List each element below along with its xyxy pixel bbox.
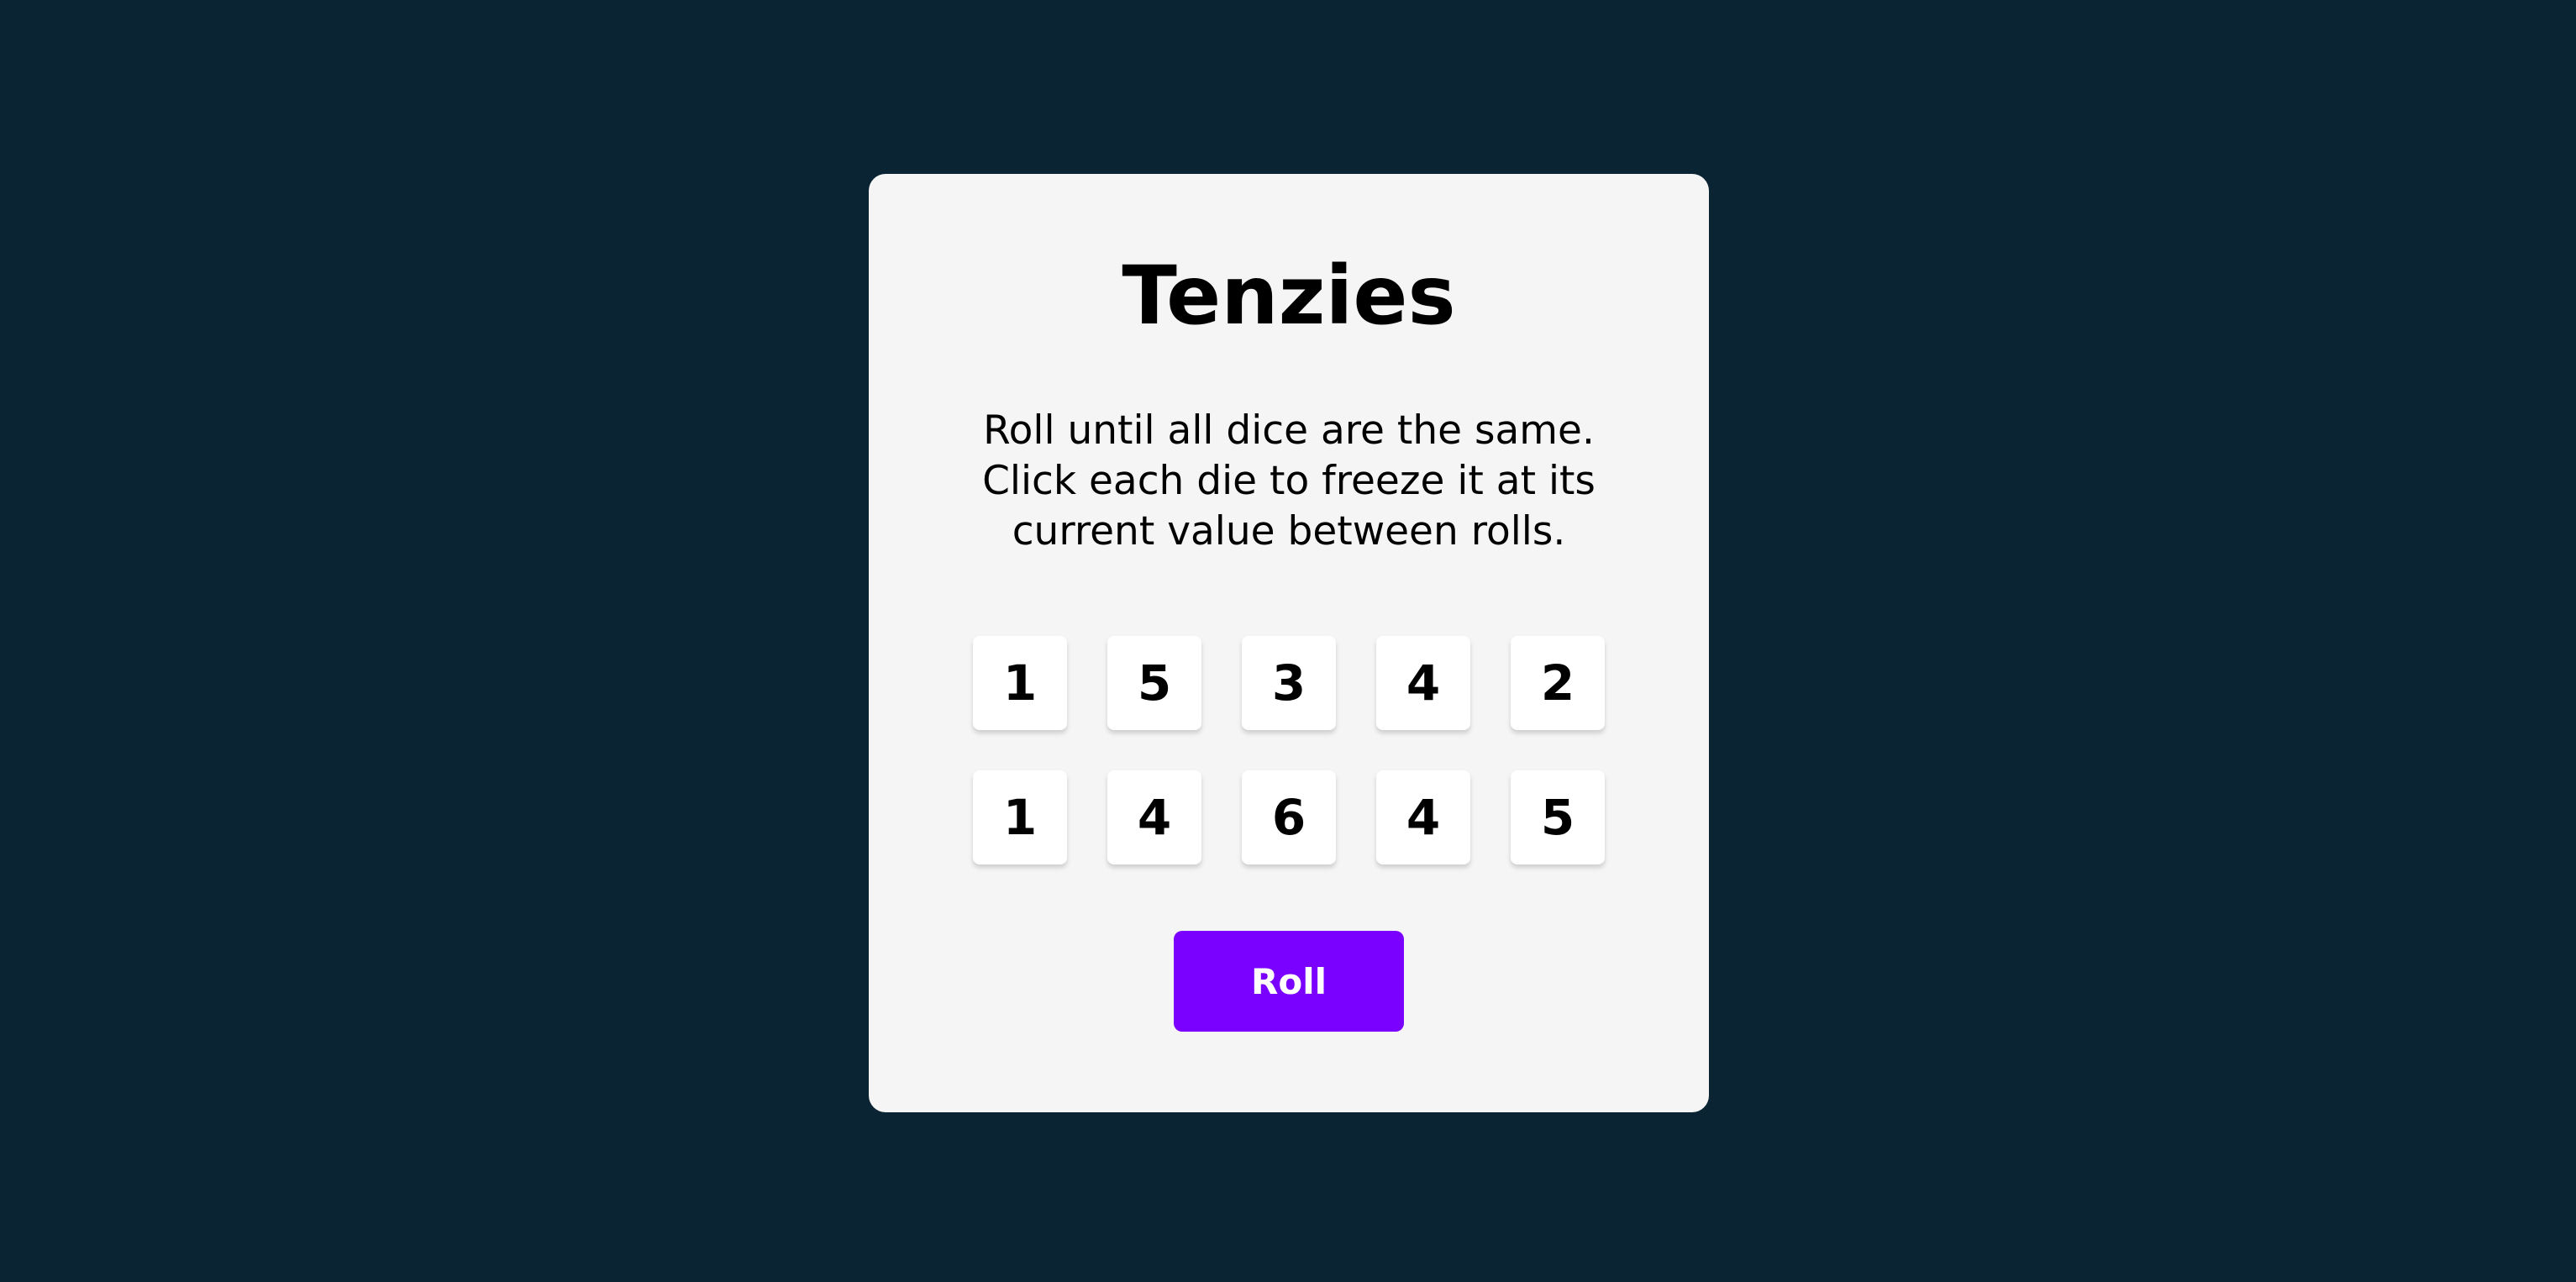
die[interactable]: 5 [1107,636,1201,730]
game-instructions: Roll until all dice are the same. Click … [982,407,1596,554]
die[interactable]: 1 [973,770,1067,864]
die[interactable]: 4 [1376,636,1470,730]
die[interactable]: 4 [1376,770,1470,864]
die[interactable]: 3 [1242,636,1336,730]
die[interactable]: 1 [973,636,1067,730]
page-background: { "app": { "title": "Tenzies", "instruct… [0,0,2576,1282]
game-card: Tenzies Roll until all dice are the same… [869,174,1709,1112]
die[interactable]: 2 [1511,636,1605,730]
dice-grid: 1 5 3 4 2 1 4 6 4 5 [973,636,1605,864]
game-title: Tenzies [1122,249,1456,343]
die[interactable]: 4 [1107,770,1201,864]
die[interactable]: 6 [1242,770,1336,864]
roll-button[interactable]: Roll [1174,931,1404,1032]
die[interactable]: 5 [1511,770,1605,864]
